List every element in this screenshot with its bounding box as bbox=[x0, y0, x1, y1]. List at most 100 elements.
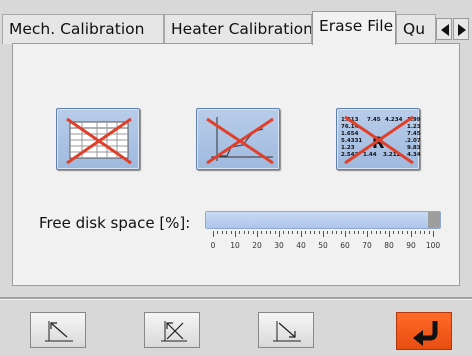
scale-tick bbox=[252, 231, 254, 234]
scale-tick bbox=[292, 231, 294, 234]
results-text: 7.45 bbox=[407, 131, 421, 137]
scale-tick bbox=[248, 231, 250, 234]
scale-tick-label: 40 bbox=[296, 241, 306, 250]
scale-tick bbox=[274, 231, 276, 234]
scale-tick bbox=[327, 231, 329, 234]
scale-tick-label: 80 bbox=[384, 241, 394, 250]
results-text: 4.34 bbox=[407, 152, 421, 158]
scale-tick bbox=[261, 231, 263, 234]
used-disk-space-fill bbox=[428, 212, 440, 228]
erase-graph-file-button[interactable] bbox=[196, 108, 280, 170]
scale-tick bbox=[406, 231, 408, 234]
scale-tick bbox=[331, 231, 333, 234]
scale-tick bbox=[362, 231, 364, 234]
table-crossed-icon bbox=[66, 117, 132, 165]
scale-tick bbox=[397, 231, 399, 234]
scale-tick bbox=[433, 231, 434, 237]
erase-file-panel: 1.213 7.45 4.234 1.99 76.14 1.23 1.654 7… bbox=[12, 43, 460, 286]
scale-tick bbox=[217, 231, 219, 234]
scale-tick bbox=[279, 231, 280, 237]
scale-tick bbox=[213, 231, 214, 237]
scale-tick bbox=[415, 231, 417, 234]
move-cross-button[interactable] bbox=[144, 312, 200, 348]
scale-tick bbox=[301, 231, 302, 237]
results-text: .2.07 bbox=[405, 138, 421, 144]
scale-tick bbox=[367, 231, 368, 237]
results-text: 5.4331 bbox=[341, 138, 362, 144]
scale-tick bbox=[375, 231, 377, 234]
scale-tick bbox=[424, 231, 426, 234]
scale-tick bbox=[358, 231, 360, 234]
scale-tick bbox=[283, 231, 285, 234]
arrow-left-icon bbox=[441, 24, 449, 36]
scale-tick bbox=[221, 231, 223, 234]
tab-erase-file[interactable]: Erase File bbox=[312, 11, 396, 45]
scale-tick-label: 100 bbox=[425, 241, 441, 250]
scale-tick bbox=[265, 231, 267, 234]
arrow-down-right-icon bbox=[273, 321, 301, 342]
scale-tick bbox=[389, 231, 390, 237]
results-text: 1.654 bbox=[341, 131, 359, 137]
return-arrow-icon bbox=[413, 321, 438, 346]
tab-bar: Mech. Calibration Heater Calibration Era… bbox=[0, 0, 472, 45]
scale-tick bbox=[353, 231, 355, 234]
erase-results-file-button[interactable]: 1.213 7.45 4.234 1.99 76.14 1.23 1.654 7… bbox=[336, 108, 421, 170]
scale-tick bbox=[419, 231, 421, 234]
tab-scroll-right-button[interactable] bbox=[453, 18, 469, 40]
scale-tick bbox=[226, 231, 228, 234]
scale-tick bbox=[239, 231, 241, 234]
free-disk-space-fill bbox=[206, 212, 429, 228]
scale-tick bbox=[411, 231, 412, 237]
move-up-left-button[interactable] bbox=[30, 312, 86, 348]
scale-tick bbox=[309, 231, 311, 234]
back-button[interactable] bbox=[396, 312, 452, 350]
scale-tick-label: 0 bbox=[210, 241, 216, 250]
scale-tick bbox=[323, 231, 324, 237]
move-down-right-button[interactable] bbox=[258, 312, 314, 348]
scale-tick bbox=[340, 231, 342, 234]
tab-scroll-left-button[interactable] bbox=[436, 18, 452, 40]
scale-tick bbox=[235, 231, 236, 237]
free-disk-space-bar bbox=[205, 211, 441, 229]
scale-tick bbox=[230, 231, 232, 234]
results-text: 4.234 bbox=[385, 117, 403, 123]
scale-tick bbox=[270, 231, 272, 234]
scale-tick-label: 70 bbox=[362, 241, 372, 250]
results-crossed-icon: 1.213 7.45 4.234 1.99 76.14 1.23 1.654 7… bbox=[341, 115, 421, 165]
disk-space-scale: 0 10 20 30 40 50 60 70 80 90 100 bbox=[205, 231, 441, 253]
scale-tick bbox=[314, 231, 316, 234]
tab-mech-calibration[interactable]: Mech. Calibration bbox=[2, 14, 164, 44]
scale-tick bbox=[336, 231, 338, 234]
scale-tick bbox=[345, 231, 346, 237]
results-text: 1.23 bbox=[341, 145, 355, 151]
scale-tick bbox=[243, 231, 245, 234]
scale-tick bbox=[371, 231, 373, 234]
tab-quick[interactable]: Qu bbox=[396, 14, 436, 44]
arrow-right-icon bbox=[458, 24, 466, 36]
scale-tick-label: 20 bbox=[252, 241, 262, 250]
arrow-cross-icon bbox=[161, 321, 187, 342]
scale-tick-label: 10 bbox=[230, 241, 240, 250]
scale-tick bbox=[305, 231, 307, 234]
erase-table-file-button[interactable] bbox=[56, 108, 140, 170]
scale-tick bbox=[349, 231, 351, 234]
scale-tick bbox=[402, 231, 404, 234]
results-text: 1.23 bbox=[407, 124, 421, 130]
scale-tick bbox=[296, 231, 298, 234]
scale-tick bbox=[380, 231, 382, 234]
scale-tick bbox=[393, 231, 395, 234]
toolbar-separator bbox=[0, 297, 472, 300]
free-disk-space-label: Free disk space [%]: bbox=[39, 214, 191, 232]
scale-tick bbox=[384, 231, 386, 234]
scale-tick-label: 30 bbox=[274, 241, 284, 250]
scale-tick bbox=[318, 231, 320, 234]
scale-tick bbox=[257, 231, 258, 237]
tab-heater-calibration[interactable]: Heater Calibration bbox=[164, 14, 312, 44]
scale-tick-label: 90 bbox=[406, 241, 416, 250]
scale-tick bbox=[287, 231, 289, 234]
graph-crossed-icon bbox=[206, 117, 274, 165]
results-text: 9.83 bbox=[407, 145, 421, 151]
results-text: 7.45 bbox=[367, 117, 381, 123]
scale-tick-label: 50 bbox=[318, 241, 328, 250]
scale-tick-label: 60 bbox=[340, 241, 350, 250]
